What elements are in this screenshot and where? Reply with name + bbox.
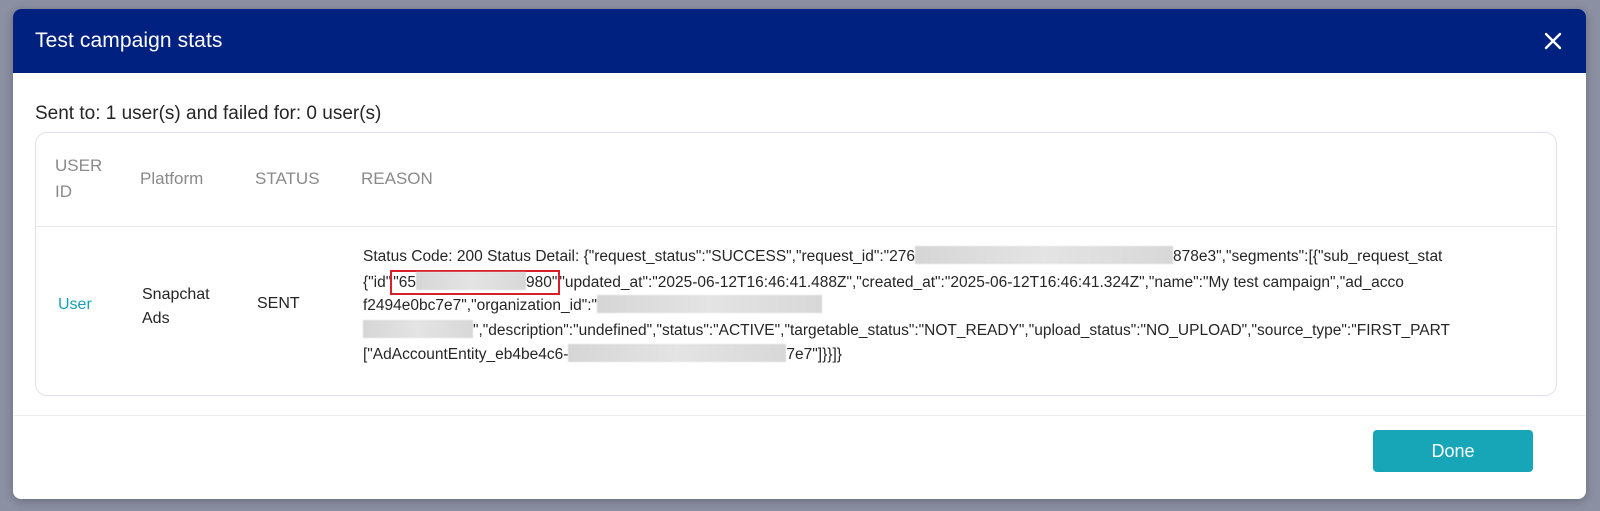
user-link[interactable]: User [58, 296, 92, 314]
reason-line-2: {"id" "65 980" "updated_at":"2025-06-12T16:… [363, 269, 1556, 295]
redacted-text [597, 295, 823, 313]
reason-line-4: ","description":"undefined","status":"AC… [363, 319, 1556, 344]
reason-line-1: Status Code: 200 Status Detail: {"reques… [363, 246, 1443, 265]
reason-line-3: f2494e0bc7e7","organization_id":" [363, 294, 1556, 319]
send-summary: Sent to: 1 user(s) and failed for: 0 use… [35, 103, 382, 124]
column-header-platform: Platform [140, 169, 204, 188]
table-row: User Snapchat Ads SENT Status Code: 200 … [36, 227, 1556, 395]
column-header-reason: REASON [361, 169, 433, 188]
close-button[interactable] [1540, 28, 1566, 54]
platform-cell: Snapchat Ads [142, 286, 210, 327]
redacted-text [416, 271, 526, 290]
stats-table: USER ID Platform STATUS REASON User Snap… [35, 132, 1557, 396]
status-cell: SENT [257, 295, 300, 312]
redacted-text [568, 344, 787, 362]
column-header-status: STATUS [255, 169, 320, 188]
column-header-user-id: USER ID [55, 156, 103, 201]
reason-cell: Status Code: 200 Status Detail: {"reques… [363, 245, 1556, 368]
redacted-text [915, 246, 1174, 264]
close-icon [1544, 32, 1562, 50]
reason-line-5: ["AdAccountEntity_eb4be4c6- 7e7"]}}]} [363, 344, 842, 363]
table-header: USER ID Platform STATUS REASON [36, 133, 1556, 227]
modal-title: Test campaign stats [35, 29, 223, 52]
done-button[interactable]: Done [1373, 430, 1533, 472]
highlighted-id: "65 980" [390, 269, 561, 295]
modal-header: Test campaign stats [13, 9, 1586, 73]
test-campaign-stats-modal: Test campaign stats Sent to: 1 user(s) a… [13, 9, 1586, 499]
modal-body: Sent to: 1 user(s) and failed for: 0 use… [13, 73, 1586, 416]
modal-footer: Done [13, 415, 1586, 499]
redacted-text [363, 319, 473, 338]
